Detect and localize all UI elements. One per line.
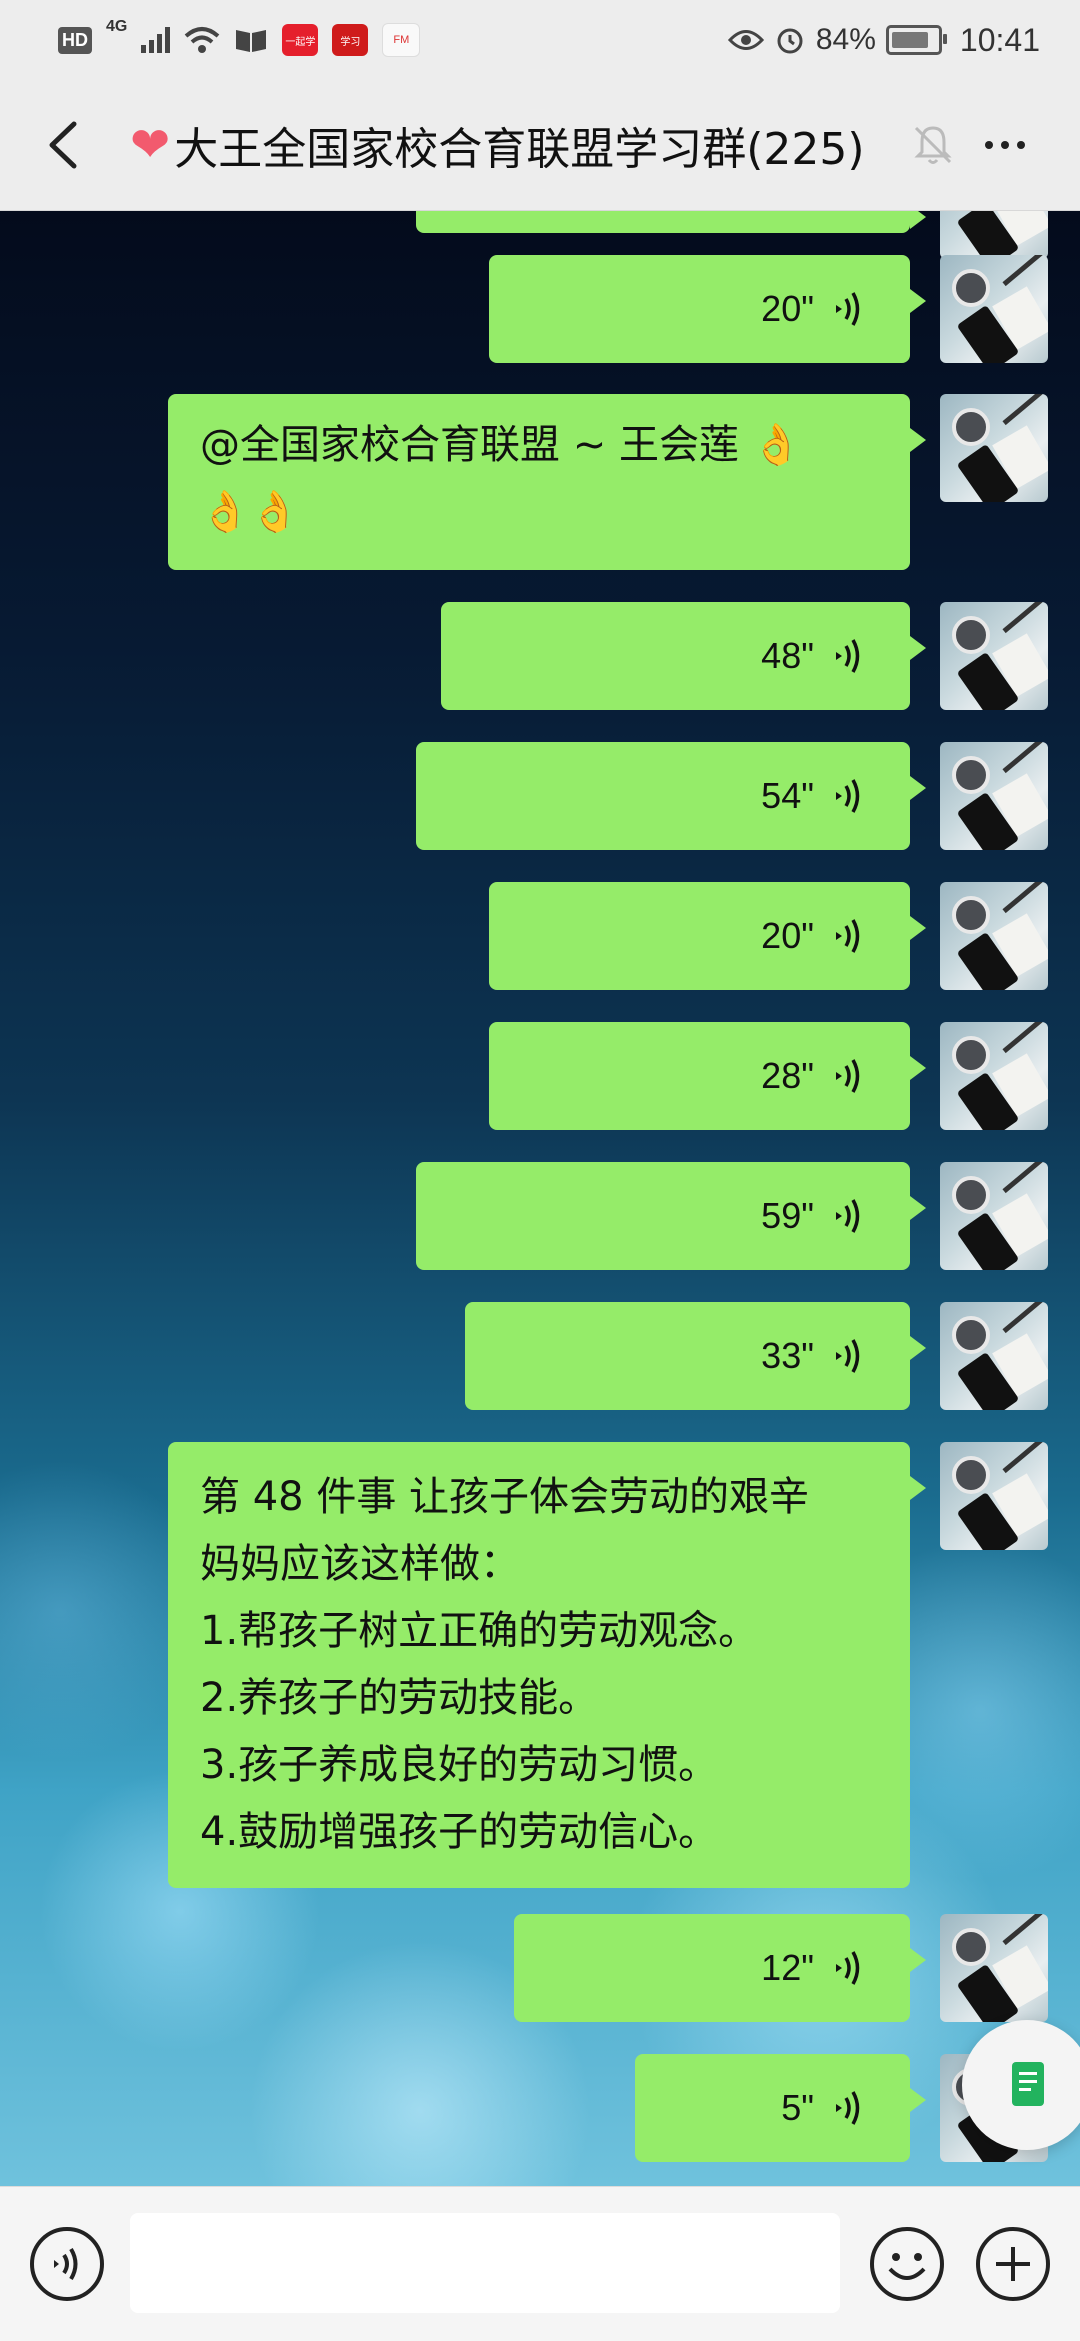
text-message[interactable]: @全国家校合育联盟 ~ 王会莲 👌 👌👌 (168, 394, 926, 570)
message-input[interactable] (130, 2213, 840, 2313)
battery-percent: 84% (815, 23, 876, 56)
wifi-icon (185, 27, 220, 53)
chat-title: ❤ 大王全国家校合育联盟学习群(225) (130, 110, 910, 180)
alarm-icon (777, 28, 803, 54)
emoji-icon[interactable] (868, 2225, 946, 2303)
status-left: HD 4G 一起学 学习 FM (58, 18, 421, 62)
user-avatar[interactable] (940, 1302, 1048, 1410)
floating-document-button[interactable] (962, 2020, 1080, 2150)
plus-icon[interactable] (974, 2225, 1052, 2303)
voice-message[interactable]: 54" (416, 742, 926, 850)
clock-time: 10:41 (959, 21, 1040, 58)
user-avatar[interactable] (940, 1442, 1048, 1550)
voice-wave-icon (836, 639, 860, 673)
mute-bell-icon (914, 126, 952, 164)
status-right: 84% 10:41 (727, 18, 1040, 62)
user-avatar[interactable] (940, 1914, 1048, 2022)
app-icon-fm: FM (382, 23, 421, 57)
app-label: 学习 (340, 36, 361, 48)
hd-badge: HD (58, 26, 92, 54)
chat-message-list[interactable]: 20" @全国家校合育联盟 ~ 王会莲 👌 👌👌 48" 54" 20" 28"… (0, 211, 1080, 2186)
user-avatar[interactable] (940, 394, 1048, 502)
voice-message[interactable]: 59" (416, 1162, 926, 1270)
voice-wave-icon (836, 1199, 860, 1233)
more-options-button[interactable] (970, 120, 1040, 170)
message-line: 第 48 件事 让孩子体会劳动的艰辛 (200, 1474, 810, 1520)
network-type: 4G (106, 18, 128, 35)
status-bar: HD 4G 一起学 学习 FM 84% 10:41 (0, 0, 1080, 80)
voice-wave-icon (836, 919, 860, 953)
voice-wave-icon (836, 1059, 860, 1093)
book-icon (236, 30, 267, 52)
voice-duration: 33" (761, 1335, 814, 1376)
chat-title-label: 大王全国家校合育联盟学习群(225) (174, 124, 865, 175)
voice-duration: 20" (761, 915, 814, 956)
voice-duration: 20" (761, 288, 814, 329)
document-icon (1012, 2062, 1044, 2106)
voice-input-toggle-icon[interactable] (28, 2225, 106, 2303)
message-line: @全国家校合育联盟 ~ 王会莲 👌 (200, 422, 802, 468)
app-label: 一起学 (285, 36, 316, 48)
heart-icon: ❤ (130, 117, 171, 173)
voice-wave-icon (836, 1951, 860, 1985)
app-icon-xuexi: 学习 (332, 24, 369, 56)
voice-duration: 12" (761, 1947, 814, 1988)
voice-duration: 5" (781, 2087, 814, 2128)
dot-icon (985, 141, 993, 149)
app-icon-yiqixue: 一起学 (282, 24, 319, 56)
voice-message[interactable]: 20" (489, 255, 926, 363)
voice-wave-icon (836, 779, 860, 813)
voice-message[interactable]: 12" (514, 1914, 926, 2022)
voice-message[interactable]: 20" (489, 882, 926, 990)
user-avatar[interactable] (940, 211, 1048, 259)
voice-duration: 48" (761, 635, 814, 676)
voice-duration: 28" (761, 1055, 814, 1096)
voice-wave-icon (836, 1339, 860, 1373)
voice-duration: 59" (761, 1195, 814, 1236)
voice-wave-icon (836, 2091, 860, 2125)
message-line: 👌👌 (200, 489, 300, 535)
user-avatar[interactable] (940, 255, 1048, 363)
voice-duration: 54" (761, 775, 814, 816)
message-line: 1.帮孩子树立正确的劳动观念。 (200, 1608, 759, 1654)
app-label: FM (393, 34, 410, 46)
message-line: 2.养孩子的劳动技能。 (200, 1675, 599, 1721)
text-message[interactable]: 第 48 件事 让孩子体会劳动的艰辛 妈妈应该这样做： 1.帮孩子树立正确的劳动… (168, 1442, 926, 1888)
voice-message[interactable]: 48" (441, 602, 926, 710)
dot-icon (1017, 141, 1025, 149)
voice-message[interactable]: 5" (635, 2054, 926, 2162)
voice-wave-icon (836, 292, 860, 326)
title-bar: ❤ 大王全国家校合育联盟学习群(225) (0, 80, 1080, 211)
input-bar (0, 2186, 1080, 2341)
message-line: 3.孩子养成良好的劳动习惯。 (200, 1742, 719, 1788)
dot-icon (1001, 141, 1009, 149)
user-avatar[interactable] (940, 1022, 1048, 1130)
back-icon[interactable] (30, 110, 100, 180)
user-avatar[interactable] (940, 602, 1048, 710)
voice-message[interactable]: 33" (465, 1302, 926, 1410)
message-line: 妈妈应该这样做： (200, 1541, 520, 1587)
user-avatar[interactable] (940, 742, 1048, 850)
signal-icon (141, 27, 171, 53)
user-avatar[interactable] (940, 882, 1048, 990)
partial-message-bubble[interactable] (416, 211, 926, 233)
voice-message[interactable]: 28" (489, 1022, 926, 1130)
message-line: 4.鼓励增强孩子的劳动信心。 (200, 1809, 719, 1855)
user-avatar[interactable] (940, 1162, 1048, 1270)
battery-icon (885, 25, 947, 55)
eye-icon (727, 30, 764, 50)
